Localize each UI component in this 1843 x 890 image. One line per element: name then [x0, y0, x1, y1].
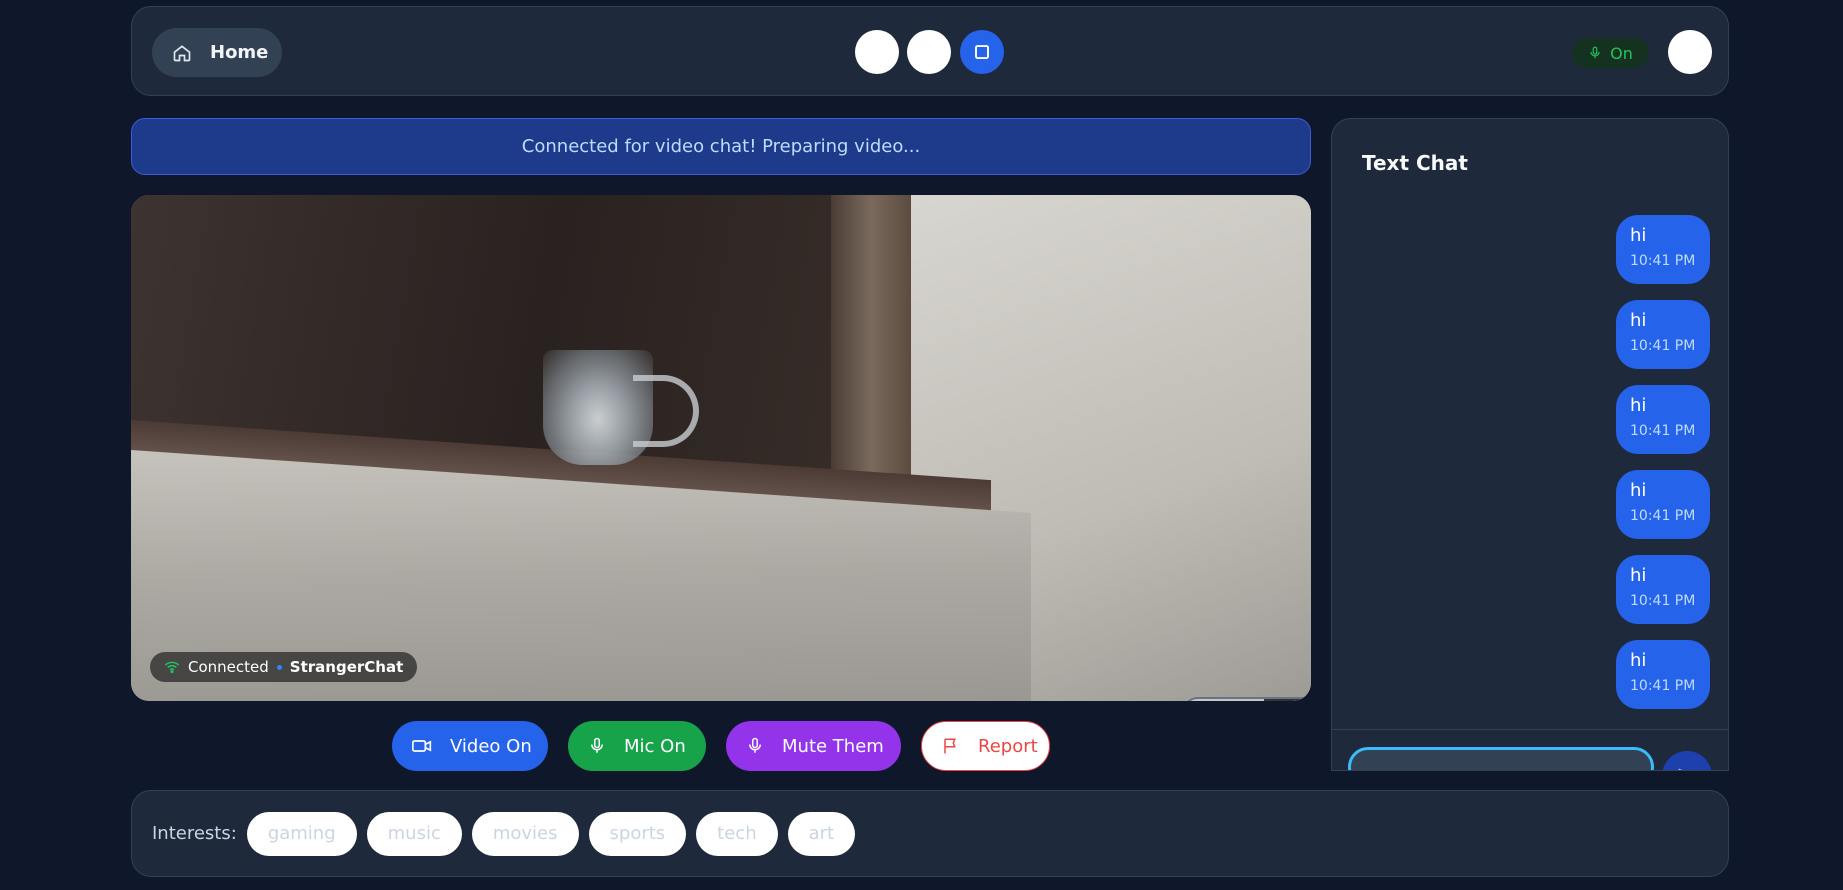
message-time: 10:41 PM — [1630, 253, 1696, 269]
report-button[interactable]: Report — [921, 721, 1050, 771]
pip-scene-wall — [1264, 699, 1311, 701]
interests-label: Interests: — [152, 823, 237, 844]
connection-status-pill: Connected StrangerChat — [150, 652, 418, 682]
local-video-preview[interactable] — [1182, 697, 1311, 701]
interest-tag-art[interactable]: art — [787, 811, 856, 856]
chat-message: hi 10:41 PM — [1616, 300, 1710, 369]
microphone-icon — [1590, 46, 1600, 59]
interest-tag-music[interactable]: music — [366, 811, 462, 856]
chat-message: hi 10:41 PM — [1616, 215, 1710, 284]
message-text: hi — [1630, 565, 1647, 586]
message-text: hi — [1630, 395, 1647, 416]
nav-circle-button-1[interactable] — [855, 30, 899, 74]
mic-status-text: On — [1610, 43, 1633, 63]
message-text: hi — [1630, 225, 1647, 246]
text-chat-panel: Text Chat hi 10:41 PM hi 10:41 PM hi 10:… — [1331, 118, 1729, 771]
mute-them-label: Mute Them — [782, 735, 884, 757]
chat-message: hi 10:41 PM — [1616, 640, 1710, 709]
interest-tag-gaming[interactable]: gaming — [246, 811, 357, 856]
interest-tag-sports[interactable]: sports — [588, 811, 687, 856]
mute-them-button[interactable]: Mute Them — [726, 721, 901, 771]
nav-circle-button-2[interactable] — [907, 30, 951, 74]
brand-name: StrangerChat — [289, 658, 404, 676]
chat-message-input[interactable] — [1348, 747, 1654, 770]
home-button-label: Home — [210, 42, 269, 63]
top-navigation-bar: Home On — [131, 6, 1729, 96]
message-time: 10:41 PM — [1630, 338, 1696, 354]
interest-tag-movies[interactable]: movies — [471, 811, 579, 856]
remote-video: Connected StrangerChat — [131, 195, 1311, 701]
send-icon — [1678, 768, 1683, 770]
send-button[interactable] — [1662, 751, 1712, 770]
video-toggle-button[interactable]: Video On — [392, 721, 548, 771]
wifi-icon — [164, 661, 180, 674]
message-time: 10:41 PM — [1630, 678, 1696, 694]
report-label: Report — [978, 735, 1038, 757]
microphone-icon — [591, 737, 603, 753]
mic-toggle-button[interactable]: Mic On — [568, 721, 706, 771]
chat-divider — [1332, 729, 1728, 730]
message-time: 10:41 PM — [1630, 423, 1696, 439]
microphone-icon — [749, 737, 761, 753]
message-text: hi — [1630, 650, 1647, 671]
separator-dot — [276, 664, 282, 670]
flag-icon — [944, 738, 956, 754]
connection-banner: Connected for video chat! Preparing vide… — [131, 118, 1311, 175]
chat-message: hi 10:41 PM — [1616, 470, 1710, 539]
message-time: 10:41 PM — [1630, 593, 1696, 609]
chat-message: hi 10:41 PM — [1616, 555, 1710, 624]
interests-bar: Interests: gaming music movies sports te… — [131, 790, 1729, 877]
video-camera-icon — [412, 740, 432, 752]
video-toggle-label: Video On — [450, 735, 532, 757]
message-time: 10:41 PM — [1630, 508, 1696, 524]
connection-status-text: Connected — [188, 658, 269, 676]
interest-tag-tech[interactable]: tech — [696, 811, 778, 856]
message-text: hi — [1630, 310, 1647, 331]
connection-banner-text: Connected for video chat! Preparing vide… — [521, 136, 921, 157]
mic-status-badge[interactable]: On — [1572, 38, 1649, 68]
chat-title: Text Chat — [1362, 151, 1468, 175]
avatar[interactable] — [1668, 30, 1712, 74]
mic-toggle-label: Mic On — [624, 735, 686, 757]
square-icon — [975, 45, 989, 59]
home-icon — [173, 44, 191, 61]
video-mode-button[interactable] — [960, 30, 1004, 74]
chat-message: hi 10:41 PM — [1616, 385, 1710, 454]
home-button[interactable]: Home — [152, 28, 282, 77]
message-text: hi — [1630, 480, 1647, 501]
